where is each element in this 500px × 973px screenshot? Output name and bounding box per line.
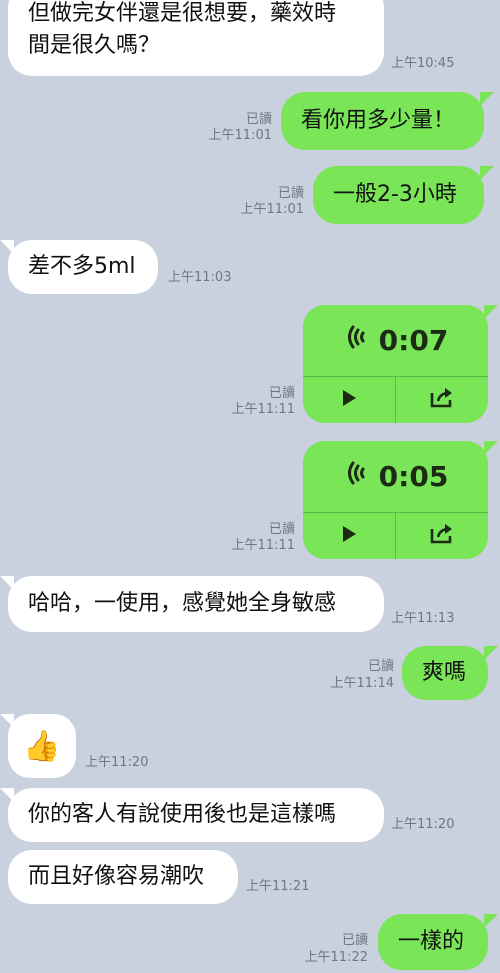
voice-controls [303, 376, 488, 423]
outgoing-message[interactable]: 爽嗎 [402, 646, 488, 700]
read-status: 已讀 [277, 186, 304, 201]
play-icon [341, 389, 357, 411]
message-text: 一般2-3小時 [333, 182, 457, 208]
message-time: 上午11:03 [168, 270, 232, 285]
outgoing-message[interactable]: 一般2-3小時 [313, 166, 484, 224]
message-text: 看你用多少量！ [301, 108, 456, 134]
message-time: 上午11:21 [246, 879, 310, 894]
message-time: 上午10:45 [391, 56, 455, 71]
share-button[interactable] [395, 513, 488, 559]
incoming-message[interactable]: 但做完女伴還是很想要，藥效時 間是很久嗎？ [8, 0, 384, 76]
play-button[interactable] [303, 377, 395, 423]
incoming-message[interactable]: 哈哈，一使用，感覺她全身敏感 [8, 576, 384, 632]
message-text: 而且好像容易潮吹 [28, 864, 205, 890]
read-status: 已讀 [245, 112, 272, 127]
bubble-tail [480, 166, 494, 180]
message-text-line: 但做完女伴還是很想要，藥效時 [28, 1, 337, 27]
message-time: 上午11:01 [208, 128, 272, 143]
share-icon [429, 523, 455, 549]
voice-message[interactable]: 0:07 [303, 305, 488, 423]
voice-controls [303, 512, 488, 559]
thumbs-up-message[interactable]: 👍 [8, 714, 76, 778]
bubble-tail [480, 92, 494, 106]
read-status: 已讀 [268, 522, 295, 537]
bubble-tail [484, 305, 498, 319]
read-status: 已讀 [367, 659, 394, 674]
thumbs-up-icon: 👍 [23, 728, 61, 764]
message-text: 一樣的 [398, 929, 465, 955]
message-time: 上午11:20 [85, 755, 149, 770]
message-time: 上午11:01 [240, 202, 304, 217]
message-time: 上午11:11 [231, 538, 295, 553]
incoming-message[interactable]: 差不多5ml [8, 240, 158, 294]
bubble-tail [484, 914, 498, 928]
message-text: 爽嗎 [422, 660, 467, 686]
play-icon [341, 525, 357, 547]
outgoing-message[interactable]: 看你用多少量！ [281, 92, 484, 150]
message-text: 你的客人有說使用後也是這樣嗎 [28, 802, 337, 828]
voice-header: 0:05 [303, 441, 488, 511]
message-time: 上午11:13 [391, 611, 455, 626]
voice-message[interactable]: 0:05 [303, 441, 488, 559]
message-time: 上午11:22 [304, 950, 368, 965]
read-status: 已讀 [341, 933, 368, 948]
voice-header: 0:07 [303, 305, 488, 375]
bubble-tail [484, 441, 498, 455]
voice-duration: 0:05 [378, 459, 449, 493]
sound-wave-icon [343, 323, 365, 358]
read-status: 已讀 [268, 386, 295, 401]
sound-wave-icon [343, 459, 365, 494]
message-text-line: 間是很久嗎？ [28, 33, 161, 58]
incoming-message[interactable]: 而且好像容易潮吹 [8, 850, 238, 904]
outgoing-message[interactable]: 一樣的 [378, 914, 488, 970]
message-text: 差不多5ml [28, 254, 136, 280]
incoming-message[interactable]: 你的客人有說使用後也是這樣嗎 [8, 788, 384, 842]
play-button[interactable] [303, 513, 395, 559]
message-time: 上午11:20 [391, 817, 455, 832]
message-text: 哈哈，一使用，感覺她全身敏感 [28, 591, 337, 617]
share-button[interactable] [395, 377, 488, 423]
message-time: 上午11:11 [231, 402, 295, 417]
share-icon [429, 387, 455, 413]
voice-duration: 0:07 [378, 323, 449, 357]
bubble-tail [484, 646, 498, 660]
message-time: 上午11:14 [330, 676, 394, 691]
